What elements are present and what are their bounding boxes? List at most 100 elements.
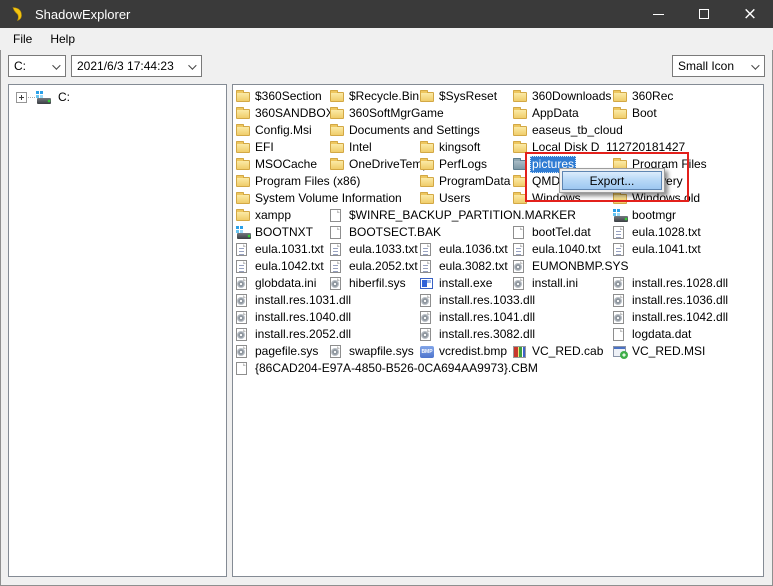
gear-icon bbox=[513, 260, 524, 273]
snapshot-date-value: 2021/6/3 17:44:23 bbox=[77, 59, 174, 73]
folder-icon bbox=[420, 177, 434, 187]
file-item-label: logdata.dat bbox=[632, 326, 691, 343]
file-item-label: $SysReset bbox=[439, 88, 497, 105]
folder-icon bbox=[513, 92, 527, 102]
file-item-label: VC_RED.cab bbox=[532, 343, 603, 360]
folder-icon bbox=[330, 160, 344, 170]
close-button[interactable]: × bbox=[727, 0, 773, 28]
txt-icon bbox=[513, 243, 524, 256]
folder-icon bbox=[236, 92, 250, 102]
folder-icon bbox=[236, 143, 250, 153]
minimize-button[interactable] bbox=[635, 0, 681, 28]
folder-icon bbox=[236, 109, 250, 119]
tree-connector bbox=[28, 97, 35, 98]
menu-file[interactable]: File bbox=[4, 29, 41, 49]
file-item-label: install.res.1031.dll bbox=[255, 292, 351, 309]
file-item-label: Users bbox=[439, 190, 470, 207]
folder-icon bbox=[513, 177, 527, 187]
file-item-label: MSOCache bbox=[255, 156, 317, 173]
folder-icon bbox=[513, 143, 527, 153]
view-mode-select[interactable]: Small Icon bbox=[672, 55, 765, 77]
maximize-button[interactable] bbox=[681, 0, 727, 28]
folder-icon bbox=[236, 177, 250, 187]
txt-icon bbox=[613, 243, 624, 256]
chevron-down-icon bbox=[751, 61, 759, 69]
folder-icon bbox=[613, 109, 627, 119]
file-item-label: eula.3082.txt bbox=[439, 258, 508, 275]
snapshot-date-select[interactable]: 2021/6/3 17:44:23 bbox=[71, 55, 202, 77]
txt-icon bbox=[613, 226, 624, 239]
folder-icon bbox=[330, 126, 344, 136]
file-item-label: swapfile.sys bbox=[349, 343, 414, 360]
file-item-label: xampp bbox=[255, 207, 291, 224]
file-item-label: Program Files (x86) bbox=[255, 173, 360, 190]
app-logo-icon bbox=[9, 6, 25, 22]
folder-icon bbox=[330, 143, 344, 153]
folder-sel-icon bbox=[513, 160, 527, 170]
drive-select[interactable]: C: bbox=[8, 55, 66, 77]
file-item-label: VC_RED.MSI bbox=[632, 343, 705, 360]
file-item-label: eula.1042.txt bbox=[255, 258, 324, 275]
file-item-label: eula.1036.txt bbox=[439, 241, 508, 258]
folder-icon bbox=[420, 92, 434, 102]
txt-icon bbox=[420, 260, 431, 273]
file-icon bbox=[513, 226, 524, 239]
chevron-down-icon bbox=[52, 61, 60, 69]
file-item-label: BOOTSECT.BAK bbox=[349, 224, 441, 241]
drive-icon bbox=[36, 91, 51, 104]
file-item-label: install.res.3082.dll bbox=[439, 326, 535, 343]
file-item-label: install.res.1042.dll bbox=[632, 309, 728, 326]
menu-help[interactable]: Help bbox=[41, 29, 84, 49]
file-item-label: eula.1031.txt bbox=[255, 241, 324, 258]
folder-tree-panel: C: bbox=[8, 84, 227, 577]
folder-icon bbox=[236, 211, 250, 221]
minimize-icon bbox=[653, 14, 664, 15]
title-bar: ShadowExplorer × bbox=[0, 0, 773, 28]
file-item-label: Config.Msi bbox=[255, 122, 312, 139]
cab-icon bbox=[513, 346, 526, 358]
file-item-label: install.exe bbox=[439, 275, 492, 292]
folder-icon bbox=[236, 160, 250, 170]
txt-icon bbox=[330, 260, 341, 273]
file-icon bbox=[330, 226, 341, 239]
folder-icon bbox=[236, 194, 250, 204]
file-item-label: BOOTNXT bbox=[255, 224, 313, 241]
file-item-label: Local Disk D_112720181427 bbox=[532, 139, 685, 156]
close-icon: × bbox=[743, 6, 757, 23]
folder-icon bbox=[420, 160, 434, 170]
file-item-label: install.res.1036.dll bbox=[632, 292, 728, 309]
gear-icon bbox=[330, 277, 341, 290]
file-item-label: bootmgr bbox=[632, 207, 676, 224]
file-item-label: Intel bbox=[349, 139, 372, 156]
txt-icon bbox=[236, 243, 247, 256]
file-item-label: 360Rec bbox=[632, 88, 673, 105]
file-item-label: PerfLogs bbox=[439, 156, 487, 173]
gear-icon bbox=[236, 345, 247, 358]
file-item-label: Boot bbox=[632, 105, 657, 122]
app-window: ShadowExplorer × File Help C: 2021/6/3 1… bbox=[0, 0, 773, 586]
folder-icon bbox=[330, 92, 344, 102]
folder-icon bbox=[236, 126, 250, 136]
file-item-label: ProgramData bbox=[439, 173, 510, 190]
file-item-label: EUMONBMP.SYS bbox=[532, 258, 628, 275]
file-item-label: install.res.1033.dll bbox=[439, 292, 535, 309]
file-item-label: 360SoftMgrGame bbox=[349, 105, 444, 122]
gear-icon bbox=[513, 277, 524, 290]
sys-icon bbox=[236, 226, 251, 239]
gear-icon bbox=[613, 294, 624, 307]
file-item-label: eula.1033.txt bbox=[349, 241, 418, 258]
folder-icon bbox=[613, 194, 627, 204]
file-item-label: hiberfil.sys bbox=[349, 275, 406, 292]
drive-select-value: C: bbox=[14, 59, 26, 73]
file-list-panel: $360Section$Recycle.Bin$SysReset360Downl… bbox=[232, 84, 764, 577]
folder-icon bbox=[513, 109, 527, 119]
tree-node-label: C: bbox=[58, 89, 70, 106]
folder-icon bbox=[420, 143, 434, 153]
expand-plus-icon[interactable] bbox=[16, 92, 27, 103]
file-item-label: Documents and Settings bbox=[349, 122, 480, 139]
file-item-label: install.ini bbox=[532, 275, 578, 292]
file-item-label: $360Section bbox=[255, 88, 322, 105]
file-item-label: install.res.1041.dll bbox=[439, 309, 535, 326]
folder-icon bbox=[420, 194, 434, 204]
context-menu-item-export[interactable]: Export... bbox=[562, 171, 662, 190]
